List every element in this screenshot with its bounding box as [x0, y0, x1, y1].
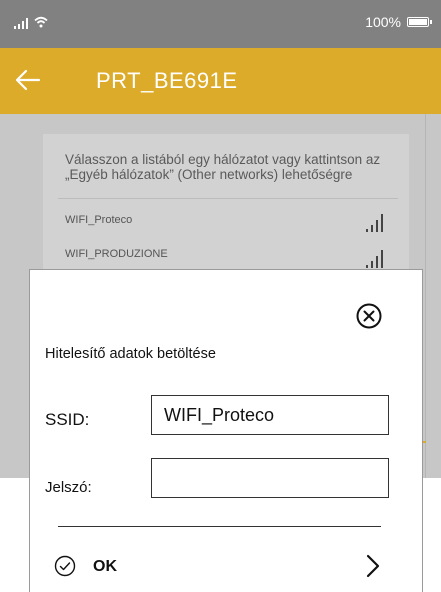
cell-signal-icon [14, 17, 28, 29]
network-item-wifi-proteco[interactable]: WIFI_Proteco [65, 214, 132, 226]
status-bar: 100% [0, 0, 441, 48]
content-edge [425, 114, 426, 478]
ok-label: OK [93, 558, 117, 575]
check-circle-icon [54, 555, 76, 577]
ssid-label: SSID: [45, 410, 90, 429]
arrow-left-icon[interactable] [14, 66, 42, 94]
password-input[interactable] [151, 458, 389, 498]
network-item-wifi-produzione[interactable]: WIFI_PRODUZIONE [65, 248, 168, 260]
divider [58, 198, 398, 199]
page-title: PRT_BE691E [96, 68, 238, 93]
battery-percent: 100% [365, 14, 401, 30]
wifi-signal-bars-icon [366, 212, 383, 232]
password-label: Jelszó: [45, 479, 92, 496]
wifi-status-icon [34, 16, 48, 29]
status-left [14, 16, 48, 29]
battery-icon [407, 17, 432, 27]
close-circle-icon[interactable] [355, 302, 383, 330]
ssid-input[interactable] [151, 395, 389, 435]
dialog-divider [58, 526, 381, 527]
dialog-title: Hitelesítő adatok betöltése [45, 346, 216, 362]
app-bar: PRT_BE691E [0, 48, 441, 114]
wifi-signal-bars-icon [366, 248, 383, 268]
status-right: 100% [365, 14, 432, 30]
network-instructions: Válasszon a listából egy hálózatot vagy … [65, 152, 381, 182]
chevron-right-icon[interactable] [365, 554, 381, 578]
